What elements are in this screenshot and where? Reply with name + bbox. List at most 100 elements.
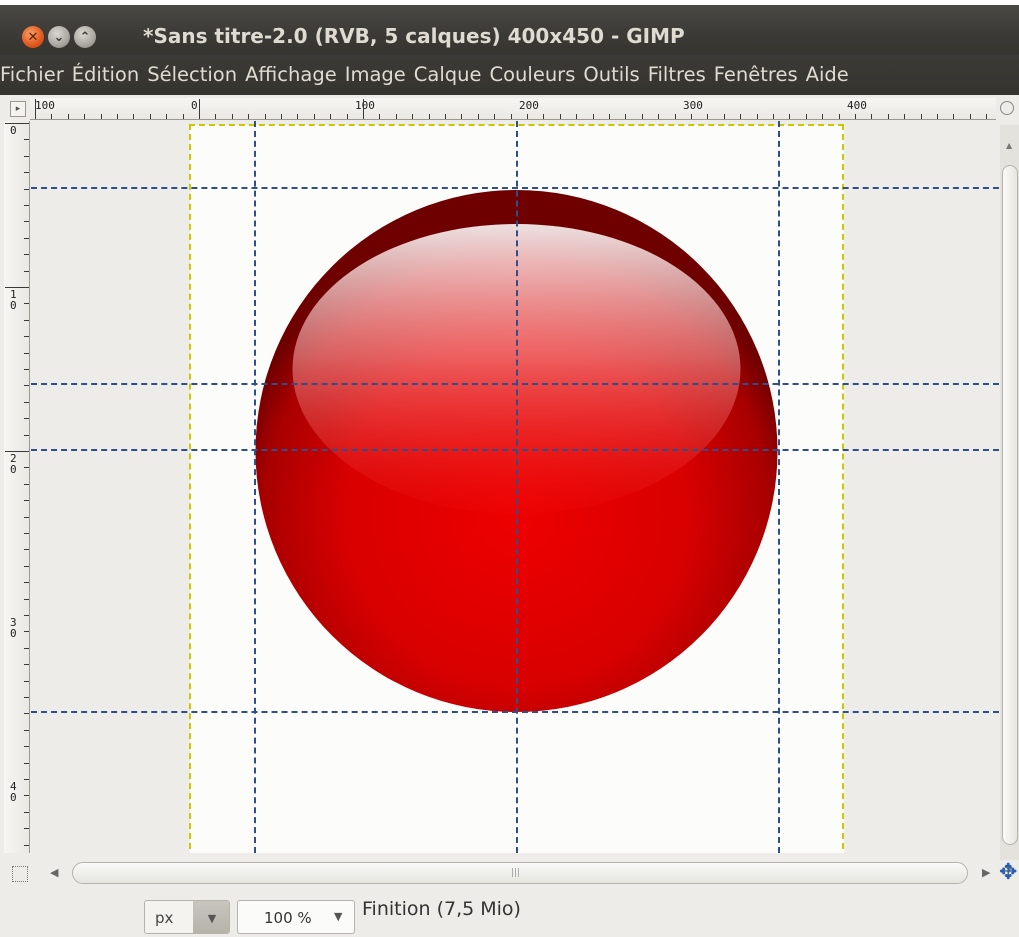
menu-bar: Fichier Édition Sélection Affichage Imag… — [0, 55, 1019, 95]
horizontal-scrollbar-row: ◀ ||| ▶ ✥ — [0, 860, 1019, 890]
ruler-tick — [199, 99, 200, 119]
close-window-button[interactable]: ✕ — [22, 26, 44, 48]
ruler-tick — [953, 114, 955, 119]
ruler-tick — [35, 99, 36, 119]
unit-value: px — [155, 909, 174, 927]
guide-horizontal[interactable] — [31, 187, 999, 189]
guide-vertical[interactable] — [516, 121, 518, 853]
ruler-tick — [969, 114, 971, 119]
ruler-tick — [346, 114, 348, 119]
ruler-tick — [805, 114, 807, 119]
menu-fenetres[interactable]: Fenêtres — [710, 55, 802, 95]
ruler-tick — [24, 319, 29, 321]
menu-aide[interactable]: Aide — [802, 55, 853, 95]
ruler-tick — [691, 114, 692, 119]
navigate-icon[interactable]: ✥ — [999, 862, 1017, 884]
ruler-tick — [24, 336, 29, 338]
ruler-tick — [24, 631, 29, 633]
hruler-label: 400 — [847, 99, 867, 112]
chevron-down-icon[interactable]: ▼ — [193, 901, 229, 933]
ruler-tick — [363, 99, 364, 119]
ruler-tick — [756, 114, 758, 119]
horizontal-ruler[interactable]: 100 0 100 200 300 400 — [30, 98, 996, 120]
guide-horizontal[interactable] — [31, 383, 999, 385]
close-icon: ✕ — [27, 29, 39, 45]
vruler-label: 20 — [10, 452, 17, 476]
ruler-tick — [264, 114, 266, 119]
menu-couleurs[interactable]: Couleurs — [486, 55, 580, 95]
ruler-tick — [24, 762, 29, 764]
menu-selection[interactable]: Sélection — [143, 55, 241, 95]
ruler-tick — [84, 114, 86, 119]
vruler-label: 10 — [10, 288, 17, 312]
ruler-tick — [24, 139, 29, 141]
guide-horizontal[interactable] — [31, 449, 999, 451]
zoom-value: 100 % — [264, 909, 312, 927]
ruler-tick — [281, 114, 282, 119]
ruler-tick — [330, 114, 332, 119]
ruler-tick — [379, 114, 381, 119]
scroll-up-icon[interactable]: ▲ — [1006, 141, 1012, 150]
ruler-tick — [641, 114, 643, 119]
ruler-tick — [986, 114, 988, 119]
ruler-tick — [24, 549, 29, 551]
ruler-tick — [723, 114, 725, 119]
canvas-area[interactable] — [31, 121, 999, 853]
vertical-scroll-thumb[interactable] — [1002, 165, 1018, 845]
chevron-down-icon[interactable]: ▼ — [334, 910, 342, 923]
ruler-tick — [166, 114, 168, 119]
ruler-tick — [477, 114, 479, 119]
ruler-tick — [24, 500, 29, 502]
ruler-tick — [510, 114, 512, 119]
ruler-tick — [24, 172, 29, 174]
ruler-tick — [740, 114, 742, 119]
ruler-tick — [24, 779, 29, 780]
vertical-scrollbar[interactable]: ▲ ▼ — [1000, 125, 1019, 874]
guide-vertical[interactable] — [254, 121, 256, 853]
menu-toggle-icon[interactable]: ▸ — [10, 101, 26, 117]
hruler-label: 300 — [683, 99, 703, 112]
ruler-tick — [707, 114, 709, 119]
menu-image[interactable]: Image — [341, 55, 410, 95]
zoom-fit-icon[interactable] — [1000, 101, 1014, 115]
ruler-tick — [527, 114, 528, 119]
ruler-tick — [395, 114, 397, 119]
guide-horizontal[interactable] — [31, 711, 999, 713]
ruler-tick — [24, 467, 29, 469]
menu-edition[interactable]: Édition — [68, 55, 143, 95]
ruler-tick — [24, 746, 29, 748]
ruler-tick — [100, 114, 102, 119]
ruler-tick — [24, 680, 29, 682]
menu-filtres[interactable]: Filtres — [644, 55, 710, 95]
maximize-window-button[interactable]: ⌃ — [74, 26, 96, 48]
menu-calque[interactable]: Calque — [410, 55, 486, 95]
ruler-tick — [24, 434, 29, 436]
ruler-tick — [24, 598, 29, 600]
vertical-ruler[interactable]: 0 10 20 30 40 — [4, 121, 30, 853]
ruler-tick — [24, 565, 29, 567]
horizontal-scroll-thumb[interactable]: ||| — [72, 862, 968, 884]
ruler-tick — [24, 188, 29, 190]
scroll-grip-icon: ||| — [511, 868, 521, 878]
ruler-tick — [24, 729, 29, 731]
zoom-selector[interactable]: 100 % ▼ — [237, 900, 355, 934]
ruler-tick — [871, 114, 873, 119]
scroll-left-icon[interactable]: ◀ — [50, 866, 58, 879]
unit-selector[interactable]: px ▼ — [144, 900, 230, 934]
ruler-tick — [838, 114, 840, 119]
minimize-window-button[interactable]: ⌄ — [48, 26, 70, 48]
ruler-tick — [24, 221, 29, 223]
maximize-icon: ⌃ — [79, 29, 91, 45]
menu-outils[interactable]: Outils — [579, 55, 643, 95]
guide-vertical[interactable] — [778, 121, 780, 853]
ruler-tick — [543, 114, 545, 119]
ruler-tick — [822, 114, 824, 119]
scroll-right-icon[interactable]: ▶ — [982, 866, 990, 879]
ruler-tick — [182, 114, 184, 119]
ruler-tick — [67, 114, 69, 119]
quick-mask-icon[interactable] — [12, 866, 28, 882]
menu-affichage[interactable]: Affichage — [241, 55, 341, 95]
menu-fichier[interactable]: Fichier — [0, 55, 68, 95]
ruler-tick — [24, 795, 29, 797]
ruler-tick — [24, 254, 29, 256]
